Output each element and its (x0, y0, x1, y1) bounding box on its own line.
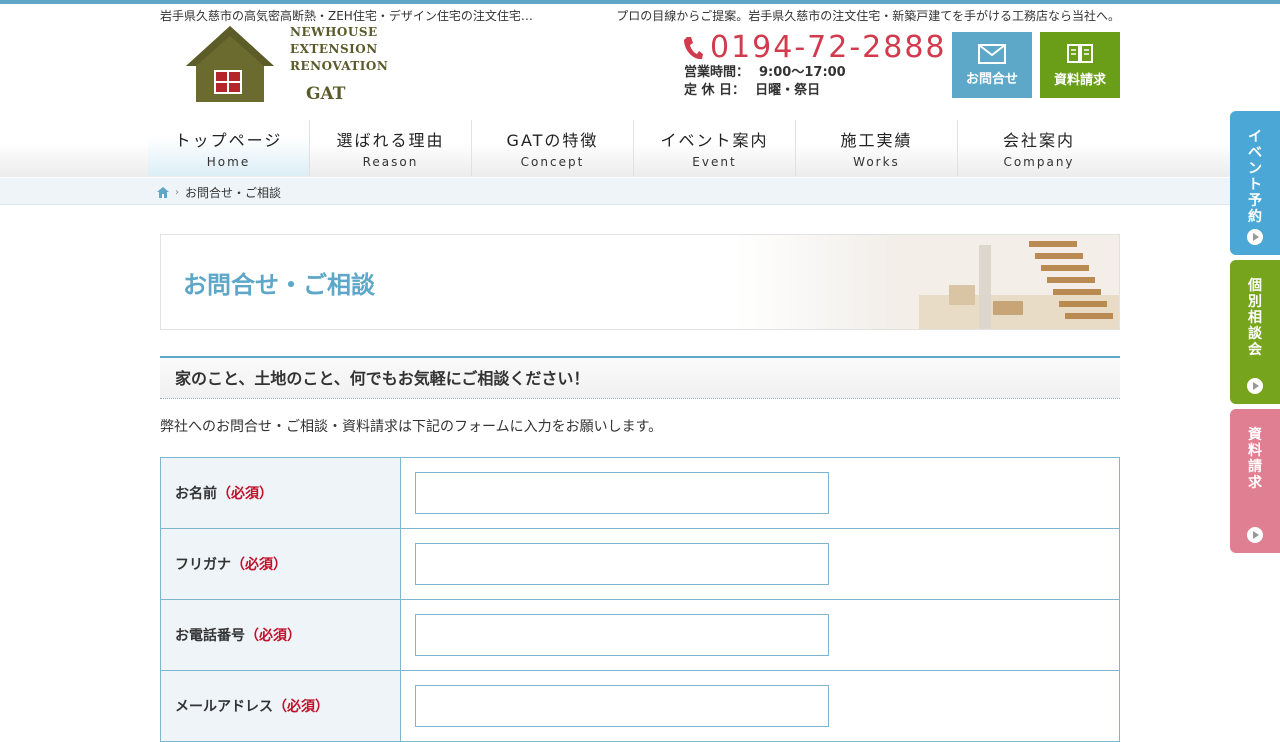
breadcrumb: › お問合せ・ご相談 (157, 184, 281, 201)
nav-item-concept[interactable]: GATの特徴 Concept (472, 120, 634, 176)
section-heading: 家のこと、土地のこと、何でもお気軽にご相談ください！ (160, 356, 1120, 399)
form-row-furigana: フリガナ （必須） (160, 529, 1120, 600)
mail-icon (978, 43, 1006, 64)
global-nav: トップページ Home 選ばれる理由 Reason GATの特徴 Concept… (148, 120, 1120, 176)
side-tab-documents[interactable]: 資料請求 (1230, 409, 1280, 553)
intro-text: 弊社へのお問合せ・ご相談・資料請求は下記のフォームに入力をお願いします。 (160, 419, 663, 435)
request-documents-button[interactable]: 資料請求 (1040, 32, 1120, 98)
nav-item-event[interactable]: イベント案内 Event (634, 120, 796, 176)
side-tab-event-booking[interactable]: イベント予約 (1230, 111, 1280, 255)
interior-photo (889, 235, 1119, 329)
field-label: フリガナ （必須） (161, 529, 401, 599)
field-label: メールアドレス （必須） (161, 671, 401, 741)
site-logo[interactable]: NEWHOUSE EXTENSION RENOVATION GAT (184, 24, 388, 106)
form-row-phone: お電話番号 （必須） (160, 600, 1120, 671)
phone-input[interactable] (415, 614, 829, 656)
business-hours: 営業時間： 9:00〜17:00 定 休 日： 日曜・祭日 (684, 65, 846, 98)
logo-tagline: NEWHOUSE EXTENSION RENOVATION (290, 25, 389, 73)
form-row-name: お名前 （必須） (160, 458, 1120, 529)
side-tab-label: イベント予約 (1248, 129, 1262, 225)
top-accent-bar (0, 0, 1280, 4)
arrow-right-icon (1247, 527, 1263, 543)
contact-button[interactable]: お問合せ (952, 32, 1032, 98)
page-title-banner: お問合せ・ご相談 (160, 234, 1120, 330)
name-input[interactable] (415, 472, 829, 514)
side-tab-label: 資料請求 (1248, 427, 1262, 491)
chevron-right-icon: › (175, 187, 179, 198)
page-title: お問合せ・ご相談 (183, 271, 375, 299)
form-row-email: メールアドレス （必須） (160, 671, 1120, 742)
arrow-right-icon (1247, 229, 1263, 245)
email-input[interactable] (415, 685, 829, 727)
breadcrumb-current: お問合せ・ご相談 (185, 186, 282, 200)
phone-number[interactable]: 0194-72-2888 (682, 30, 947, 65)
tagline-right: プロの目線からご提案。岩手県久慈市の注文住宅・新築戸建てを手がける工務店なら当社… (616, 9, 1120, 23)
logo-brand: GAT (306, 84, 346, 104)
tagline-left: 岩手県久慈市の高気密高断熱・ZEH住宅・デザイン住宅の注文住宅… (160, 9, 533, 23)
field-label: お名前 （必須） (161, 458, 401, 528)
home-icon[interactable] (157, 187, 169, 198)
nav-item-home[interactable]: トップページ Home (148, 120, 310, 176)
furigana-input[interactable] (415, 543, 829, 585)
house-logo-icon (186, 26, 274, 102)
arrow-right-icon (1247, 378, 1263, 394)
field-label: お電話番号 （必須） (161, 600, 401, 670)
side-tab-label: 個別相談会 (1248, 278, 1262, 358)
nav-item-company[interactable]: 会社案内 Company (958, 120, 1120, 176)
nav-item-works[interactable]: 施工実績 Works (796, 120, 958, 176)
side-tab-consultation[interactable]: 個別相談会 (1230, 260, 1280, 404)
phone-icon (684, 36, 703, 59)
nav-item-reason[interactable]: 選ばれる理由 Reason (310, 120, 472, 176)
book-icon (1067, 43, 1093, 63)
contact-form: お名前 （必須） フリガナ （必須） お電話番号 （必須） メールアドレス （必須） (160, 457, 1120, 742)
